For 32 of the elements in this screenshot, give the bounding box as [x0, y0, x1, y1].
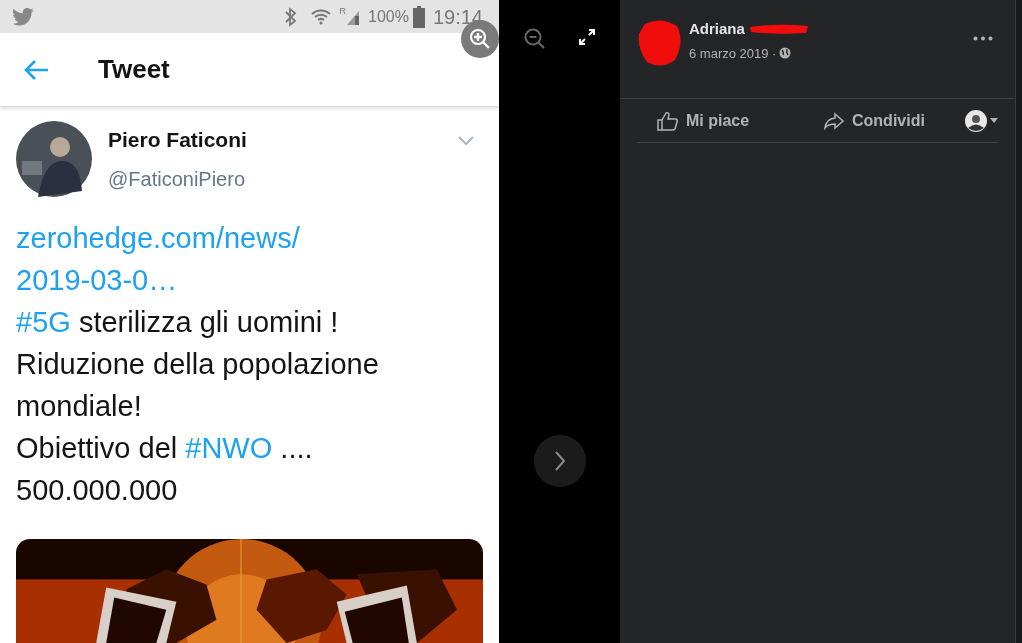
- redaction-mark: [637, 18, 683, 68]
- tweet-text: mondiale!: [16, 389, 142, 422]
- zoom-in-icon: [468, 27, 492, 51]
- like-button[interactable]: Mi piace: [657, 108, 823, 133]
- tweet-text: Riduzione della popolazione: [16, 347, 379, 380]
- caret-icon[interactable]: [990, 118, 998, 123]
- share-arrow-icon: [823, 111, 845, 130]
- page-title: Tweet: [98, 53, 170, 87]
- fullscreen-icon[interactable]: [576, 27, 597, 47]
- clock-time: 19:14: [432, 4, 483, 30]
- thumbs-up-icon: [657, 110, 679, 131]
- redaction-mark: [747, 23, 810, 36]
- post-author-name[interactable]: Adriana: [689, 18, 745, 41]
- author-handle: @FaticoniPiero: [108, 166, 247, 192]
- network-label: R: [339, 5, 346, 18]
- battery-percent: 100%: [368, 6, 409, 27]
- post-date[interactable]: 6 marzo 2019 ·: [689, 43, 777, 63]
- battery-icon: [412, 5, 425, 28]
- tweet-text: sterilizza gli uomini !: [77, 305, 339, 338]
- tweet-text: ....: [279, 431, 313, 464]
- author-name: Piero Faticoni: [108, 127, 247, 154]
- back-arrow-icon[interactable]: [24, 58, 50, 81]
- bird-icon: [12, 7, 34, 26]
- share-button[interactable]: Condividi: [823, 108, 925, 133]
- bluetooth-icon: [283, 6, 298, 27]
- globe-icon: [779, 47, 792, 60]
- more-options-icon[interactable]: [973, 36, 993, 41]
- tweet-text: 500.000.000: [16, 473, 178, 506]
- profile-avatar[interactable]: [965, 109, 987, 132]
- wifi-icon: [309, 6, 332, 27]
- tweet-text: Obiettivo del: [16, 431, 179, 464]
- zoom-out-icon[interactable]: [522, 27, 547, 51]
